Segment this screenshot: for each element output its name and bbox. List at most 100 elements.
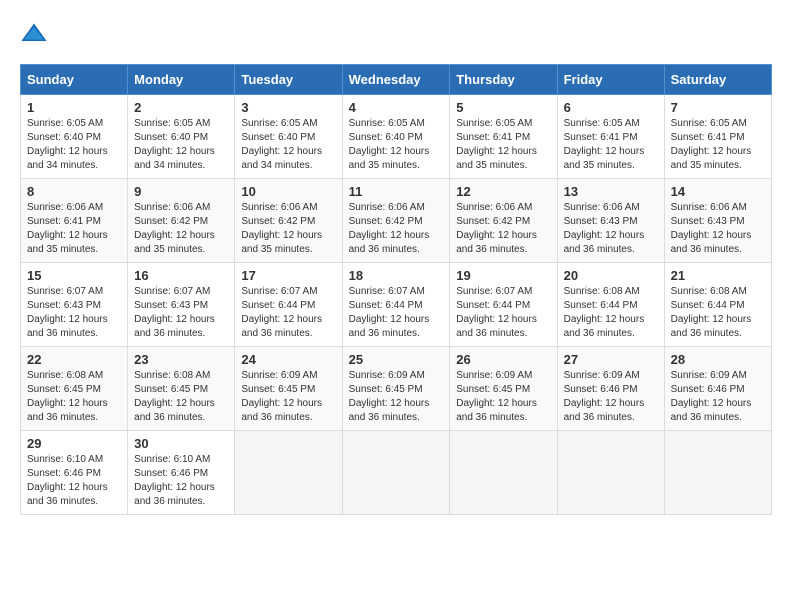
- sunrise-label: Sunrise: 6:10 AM: [134, 454, 210, 465]
- daylight-label: Daylight: 12 hours and 36 minutes.: [27, 314, 108, 339]
- calendar-week-row: 1 Sunrise: 6:05 AM Sunset: 6:40 PM Dayli…: [21, 95, 772, 179]
- calendar-cell: [342, 431, 450, 515]
- calendar-cell: 21 Sunrise: 6:08 AM Sunset: 6:44 PM Dayl…: [664, 263, 771, 347]
- day-number: 15: [27, 268, 121, 283]
- calendar-cell: 10 Sunrise: 6:06 AM Sunset: 6:42 PM Dayl…: [235, 179, 342, 263]
- sunrise-label: Sunrise: 6:05 AM: [349, 118, 425, 129]
- calendar-cell: 18 Sunrise: 6:07 AM Sunset: 6:44 PM Dayl…: [342, 263, 450, 347]
- calendar-cell: 7 Sunrise: 6:05 AM Sunset: 6:41 PM Dayli…: [664, 95, 771, 179]
- day-header-monday: Monday: [128, 65, 235, 95]
- calendar-cell: 26 Sunrise: 6:09 AM Sunset: 6:45 PM Dayl…: [450, 347, 557, 431]
- day-info: Sunrise: 6:08 AM Sunset: 6:44 PM Dayligh…: [564, 285, 658, 341]
- sunset-label: Sunset: 6:40 PM: [349, 132, 423, 143]
- sunset-label: Sunset: 6:44 PM: [456, 300, 530, 311]
- sunset-label: Sunset: 6:45 PM: [241, 384, 315, 395]
- calendar-cell: 13 Sunrise: 6:06 AM Sunset: 6:43 PM Dayl…: [557, 179, 664, 263]
- daylight-label: Daylight: 12 hours and 36 minutes.: [671, 398, 752, 423]
- sunset-label: Sunset: 6:46 PM: [671, 384, 745, 395]
- sunset-label: Sunset: 6:45 PM: [456, 384, 530, 395]
- day-info: Sunrise: 6:05 AM Sunset: 6:40 PM Dayligh…: [349, 117, 444, 173]
- sunset-label: Sunset: 6:42 PM: [134, 216, 208, 227]
- calendar-cell: 29 Sunrise: 6:10 AM Sunset: 6:46 PM Dayl…: [21, 431, 128, 515]
- day-number: 23: [134, 352, 228, 367]
- day-number: 4: [349, 100, 444, 115]
- day-number: 17: [241, 268, 335, 283]
- sunset-label: Sunset: 6:44 PM: [671, 300, 745, 311]
- sunset-label: Sunset: 6:46 PM: [27, 468, 101, 479]
- sunset-label: Sunset: 6:42 PM: [456, 216, 530, 227]
- sunrise-label: Sunrise: 6:05 AM: [134, 118, 210, 129]
- day-number: 6: [564, 100, 658, 115]
- day-info: Sunrise: 6:05 AM Sunset: 6:40 PM Dayligh…: [134, 117, 228, 173]
- sunrise-label: Sunrise: 6:06 AM: [456, 202, 532, 213]
- day-info: Sunrise: 6:05 AM Sunset: 6:41 PM Dayligh…: [564, 117, 658, 173]
- day-info: Sunrise: 6:06 AM Sunset: 6:42 PM Dayligh…: [349, 201, 444, 257]
- daylight-label: Daylight: 12 hours and 36 minutes.: [349, 398, 430, 423]
- sunset-label: Sunset: 6:44 PM: [564, 300, 638, 311]
- daylight-label: Daylight: 12 hours and 36 minutes.: [27, 482, 108, 507]
- daylight-label: Daylight: 12 hours and 35 minutes.: [671, 146, 752, 171]
- sunrise-label: Sunrise: 6:06 AM: [564, 202, 640, 213]
- sunrise-label: Sunrise: 6:09 AM: [671, 370, 747, 381]
- calendar-cell: 6 Sunrise: 6:05 AM Sunset: 6:41 PM Dayli…: [557, 95, 664, 179]
- sunset-label: Sunset: 6:44 PM: [349, 300, 423, 311]
- day-header-friday: Friday: [557, 65, 664, 95]
- calendar-cell: 3 Sunrise: 6:05 AM Sunset: 6:40 PM Dayli…: [235, 95, 342, 179]
- day-number: 1: [27, 100, 121, 115]
- day-number: 26: [456, 352, 550, 367]
- calendar-cell: 5 Sunrise: 6:05 AM Sunset: 6:41 PM Dayli…: [450, 95, 557, 179]
- sunset-label: Sunset: 6:43 PM: [671, 216, 745, 227]
- daylight-label: Daylight: 12 hours and 36 minutes.: [349, 314, 430, 339]
- day-info: Sunrise: 6:09 AM Sunset: 6:46 PM Dayligh…: [671, 369, 765, 425]
- sunset-label: Sunset: 6:40 PM: [241, 132, 315, 143]
- daylight-label: Daylight: 12 hours and 36 minutes.: [456, 314, 537, 339]
- day-header-tuesday: Tuesday: [235, 65, 342, 95]
- day-info: Sunrise: 6:05 AM Sunset: 6:40 PM Dayligh…: [241, 117, 335, 173]
- daylight-label: Daylight: 12 hours and 36 minutes.: [27, 398, 108, 423]
- day-info: Sunrise: 6:09 AM Sunset: 6:46 PM Dayligh…: [564, 369, 658, 425]
- page-header: [20, 20, 772, 48]
- calendar-cell: 24 Sunrise: 6:09 AM Sunset: 6:45 PM Dayl…: [235, 347, 342, 431]
- day-info: Sunrise: 6:06 AM Sunset: 6:42 PM Dayligh…: [134, 201, 228, 257]
- sunrise-label: Sunrise: 6:05 AM: [456, 118, 532, 129]
- day-number: 24: [241, 352, 335, 367]
- day-info: Sunrise: 6:05 AM Sunset: 6:41 PM Dayligh…: [671, 117, 765, 173]
- calendar-cell: 2 Sunrise: 6:05 AM Sunset: 6:40 PM Dayli…: [128, 95, 235, 179]
- day-header-thursday: Thursday: [450, 65, 557, 95]
- day-number: 3: [241, 100, 335, 115]
- calendar-cell: 28 Sunrise: 6:09 AM Sunset: 6:46 PM Dayl…: [664, 347, 771, 431]
- sunrise-label: Sunrise: 6:05 AM: [671, 118, 747, 129]
- daylight-label: Daylight: 12 hours and 34 minutes.: [27, 146, 108, 171]
- daylight-label: Daylight: 12 hours and 35 minutes.: [456, 146, 537, 171]
- daylight-label: Daylight: 12 hours and 35 minutes.: [241, 230, 322, 255]
- day-number: 9: [134, 184, 228, 199]
- day-info: Sunrise: 6:05 AM Sunset: 6:41 PM Dayligh…: [456, 117, 550, 173]
- daylight-label: Daylight: 12 hours and 36 minutes.: [349, 230, 430, 255]
- day-number: 27: [564, 352, 658, 367]
- day-info: Sunrise: 6:06 AM Sunset: 6:42 PM Dayligh…: [456, 201, 550, 257]
- calendar-cell: 19 Sunrise: 6:07 AM Sunset: 6:44 PM Dayl…: [450, 263, 557, 347]
- day-info: Sunrise: 6:09 AM Sunset: 6:45 PM Dayligh…: [349, 369, 444, 425]
- sunset-label: Sunset: 6:44 PM: [241, 300, 315, 311]
- daylight-label: Daylight: 12 hours and 36 minutes.: [134, 398, 215, 423]
- day-number: 14: [671, 184, 765, 199]
- day-number: 20: [564, 268, 658, 283]
- logo-icon: [20, 20, 48, 48]
- calendar-cell: 20 Sunrise: 6:08 AM Sunset: 6:44 PM Dayl…: [557, 263, 664, 347]
- calendar-cell: 15 Sunrise: 6:07 AM Sunset: 6:43 PM Dayl…: [21, 263, 128, 347]
- sunset-label: Sunset: 6:41 PM: [564, 132, 638, 143]
- calendar-cell: 23 Sunrise: 6:08 AM Sunset: 6:45 PM Dayl…: [128, 347, 235, 431]
- calendar-cell: 4 Sunrise: 6:05 AM Sunset: 6:40 PM Dayli…: [342, 95, 450, 179]
- day-number: 5: [456, 100, 550, 115]
- sunset-label: Sunset: 6:43 PM: [134, 300, 208, 311]
- day-header-sunday: Sunday: [21, 65, 128, 95]
- sunset-label: Sunset: 6:46 PM: [564, 384, 638, 395]
- calendar-cell: 22 Sunrise: 6:08 AM Sunset: 6:45 PM Dayl…: [21, 347, 128, 431]
- sunrise-label: Sunrise: 6:08 AM: [134, 370, 210, 381]
- calendar-cell: 9 Sunrise: 6:06 AM Sunset: 6:42 PM Dayli…: [128, 179, 235, 263]
- sunset-label: Sunset: 6:45 PM: [349, 384, 423, 395]
- sunset-label: Sunset: 6:43 PM: [564, 216, 638, 227]
- calendar-cell: [664, 431, 771, 515]
- day-number: 25: [349, 352, 444, 367]
- sunset-label: Sunset: 6:45 PM: [134, 384, 208, 395]
